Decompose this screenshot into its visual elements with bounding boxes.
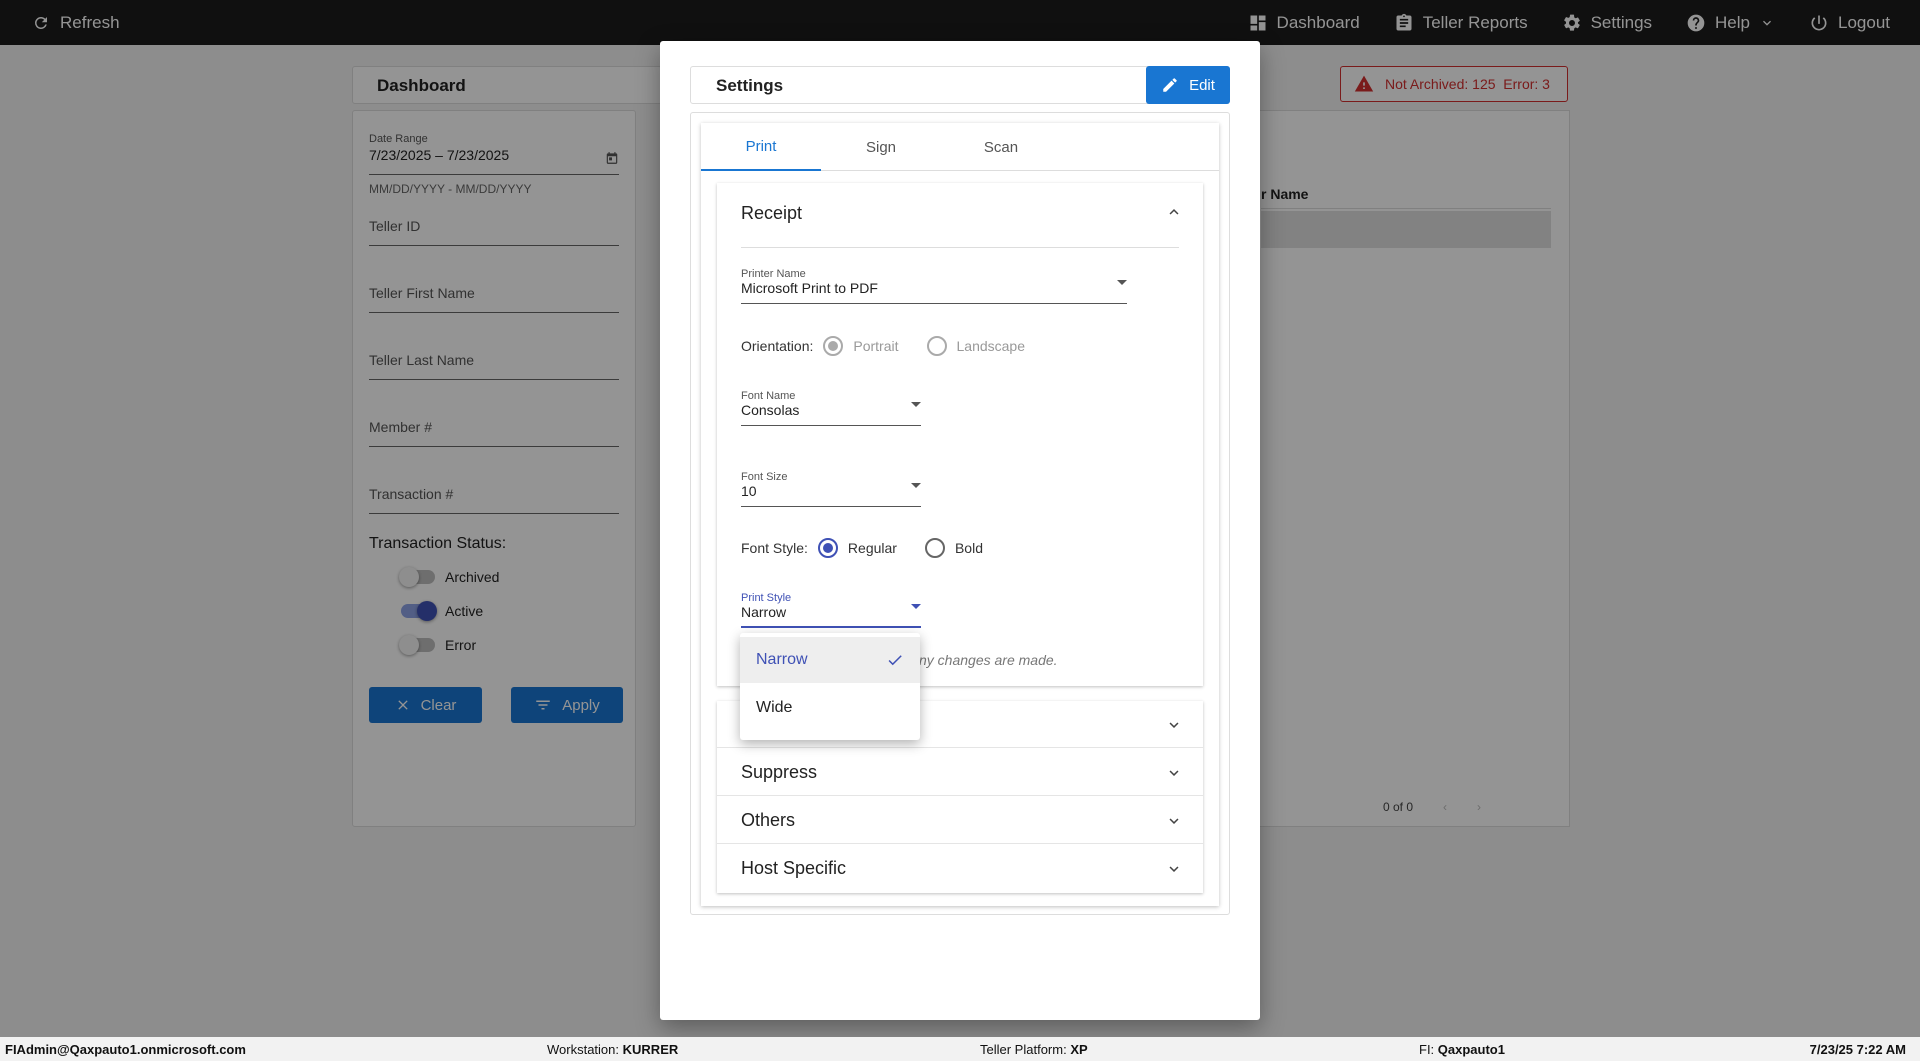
portrait-label: Portrait [853, 338, 899, 354]
print-style-menu: Narrow Wide [740, 633, 920, 740]
status-user: FIAdmin@Qaxpauto1.onmicrosoft.com [5, 1042, 246, 1057]
bold-label: Bold [954, 540, 983, 556]
chevron-down-icon[interactable] [1165, 764, 1183, 782]
font-style-label: Font Style: [741, 540, 808, 556]
font-name-value: Consolas [741, 402, 800, 418]
suppress-section[interactable]: Suppress [717, 748, 1203, 796]
print-style-value: Narrow [741, 604, 787, 620]
regular-radio[interactable] [817, 538, 838, 558]
status-platform: Teller Platform: XP [980, 1042, 1088, 1057]
font-style-group: Font Style: Regular Bold [741, 538, 983, 558]
settings-title: Settings [716, 76, 784, 95]
dropdown-arrow-icon [911, 483, 921, 488]
tab-sign[interactable]: Sign [821, 123, 941, 171]
font-size-value: 10 [741, 483, 757, 499]
settings-dialog: Settings Edit Print Sign Scan Receipt Pr… [660, 41, 1260, 1020]
receipt-panel: Receipt Printer Name Microsoft Print to … [717, 183, 1203, 686]
dropdown-arrow-icon [911, 604, 921, 609]
print-style-label: Print Style [741, 592, 792, 604]
suppress-title: Suppress [741, 762, 818, 782]
font-name-select[interactable]: Font Name Consolas [741, 390, 921, 426]
dropdown-arrow-icon [1117, 280, 1127, 285]
printer-name-label: Printer Name [741, 268, 806, 280]
settings-header: Settings Edit [690, 66, 1230, 104]
settings-body: Print Sign Scan Receipt Printer Name Mic… [690, 112, 1230, 915]
others-title: Others [741, 810, 796, 830]
chevron-up-icon[interactable] [1165, 203, 1183, 221]
landscape-label: Landscape [956, 338, 1026, 354]
pencil-icon [1163, 78, 1177, 92]
narrow-option-label: Narrow [756, 651, 808, 668]
font-name-label: Font Name [741, 390, 796, 402]
chevron-down-icon[interactable] [1165, 812, 1183, 830]
font-size-select[interactable]: Font Size 10 [741, 471, 921, 507]
chevron-down-icon[interactable] [1165, 716, 1183, 734]
edit-button[interactable]: Edit [1146, 66, 1230, 104]
others-section[interactable]: Others [717, 796, 1203, 844]
host-specific-section[interactable]: Host Specific [717, 844, 1203, 892]
menu-option-wide[interactable]: Wide [740, 685, 920, 731]
menu-option-narrow[interactable]: Narrow [740, 637, 920, 683]
orientation-group: Orientation: Portrait Landscape [741, 336, 1025, 356]
orientation-label: Orientation: [741, 338, 814, 354]
font-size-label: Font Size [741, 471, 788, 483]
status-fi: FI: Qaxpauto1 [1419, 1042, 1505, 1057]
landscape-radio[interactable] [926, 336, 947, 356]
bold-radio[interactable] [924, 538, 945, 558]
printer-name-select[interactable]: Printer Name Microsoft Print to PDF [741, 268, 1127, 304]
receipt-note: ny changes are made. [919, 652, 1058, 668]
dropdown-arrow-icon [911, 402, 921, 407]
printer-name-value: Microsoft Print to PDF [741, 280, 878, 296]
edit-label: Edit [1189, 76, 1215, 94]
host-specific-title: Host Specific [741, 858, 847, 878]
status-datetime: 7/23/25 7:22 AM [1809, 1042, 1906, 1057]
settings-tabbar: Print Sign Scan [701, 123, 1219, 171]
status-bar: FIAdmin@Qaxpauto1.onmicrosoft.com Workst… [0, 1037, 1920, 1061]
tab-scan[interactable]: Scan [941, 123, 1061, 171]
receipt-title[interactable]: Receipt [741, 203, 802, 224]
wide-option-label: Wide [756, 699, 793, 716]
print-style-select[interactable]: Print Style Narrow [741, 592, 921, 628]
portrait-radio[interactable] [823, 336, 844, 356]
regular-label: Regular [847, 540, 897, 556]
tab-print[interactable]: Print [701, 123, 821, 171]
check-icon [888, 655, 902, 666]
chevron-down-icon[interactable] [1165, 860, 1183, 878]
receipt-divider [741, 247, 1179, 248]
settings-tabs-card: Print Sign Scan Receipt Printer Name Mic… [701, 123, 1219, 906]
status-workstation: Workstation: KURRER [547, 1042, 679, 1057]
